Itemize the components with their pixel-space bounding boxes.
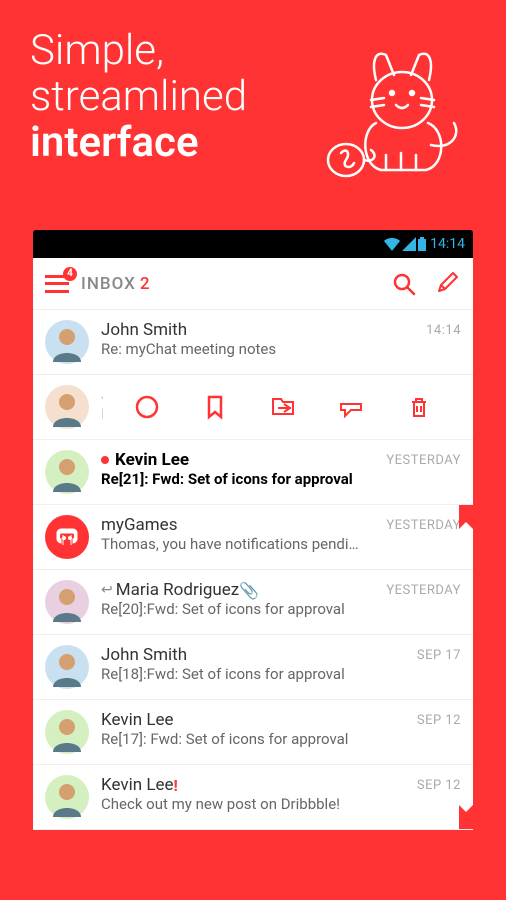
delete-icon[interactable] bbox=[406, 394, 432, 420]
battery-icon bbox=[418, 237, 426, 251]
move-icon[interactable] bbox=[270, 394, 296, 420]
email-item[interactable]: John Smith SEP 17 Re[18]:Fwd: Set of icon… bbox=[33, 635, 473, 700]
inbox-title: INBOX bbox=[81, 274, 136, 294]
avatar bbox=[45, 645, 89, 689]
avatar bbox=[45, 580, 89, 624]
wifi-icon bbox=[384, 237, 400, 251]
time: SEP 12 bbox=[417, 778, 461, 793]
spam-icon[interactable] bbox=[338, 394, 364, 420]
subject: Re[18]:Fwd: Set of icons for approval bbox=[101, 665, 461, 683]
avatar bbox=[45, 710, 89, 754]
flag-icon bbox=[459, 805, 473, 829]
avatar bbox=[45, 450, 89, 494]
email-list[interactable]: John Smith 14:14 Re: myChat meeting notes… bbox=[33, 310, 473, 830]
subject: Re[21]: Fwd: Set of icons for approval bbox=[101, 470, 461, 488]
menu-badge: 4 bbox=[63, 267, 77, 281]
unread-icon[interactable] bbox=[134, 394, 160, 420]
time: SEP 17 bbox=[417, 648, 461, 663]
signal-icon bbox=[402, 237, 416, 251]
subject: Re[17]: Fwd: Set of icons for approval bbox=[101, 730, 461, 748]
email-item[interactable]: Joh Re: bbox=[33, 375, 473, 440]
compose-icon[interactable] bbox=[435, 271, 461, 297]
sender: Kevin Lee bbox=[115, 450, 189, 470]
priority-icon: ! bbox=[174, 776, 178, 795]
unread-dot bbox=[101, 456, 109, 464]
status-time: 14:14 bbox=[430, 236, 465, 252]
sender: Maria Rodriguez bbox=[116, 580, 239, 600]
time: SEP 12 bbox=[417, 713, 461, 728]
email-item[interactable]: Kevin Lee SEP 12 Re[17]: Fwd: Set of icon… bbox=[33, 700, 473, 765]
sender: Kevin Lee bbox=[101, 710, 174, 730]
subject: Check out my new post on Dribbble! bbox=[101, 795, 461, 813]
reply-icon: ↩ bbox=[101, 582, 113, 598]
subject: Thomas, you have notifications pendi… bbox=[101, 535, 461, 553]
cat-illustration bbox=[316, 35, 486, 185]
avatar bbox=[45, 385, 89, 429]
android-status-bar: 14:14 bbox=[33, 230, 473, 258]
sender: Kevin Lee bbox=[101, 775, 174, 795]
avatar bbox=[45, 775, 89, 819]
email-item[interactable]: myGames YESTERDAY Thomas, you have notifi… bbox=[33, 505, 473, 570]
sender: John Smith bbox=[101, 645, 187, 665]
time: YESTERDAY bbox=[386, 583, 461, 598]
app-header: 4 INBOX 2 bbox=[33, 258, 473, 310]
subject: Re: myChat meeting notes bbox=[101, 340, 461, 358]
sender: John Smith bbox=[101, 320, 187, 340]
email-item[interactable]: Kevin Lee! SEP 12 Check out my new post o… bbox=[33, 765, 473, 830]
email-item[interactable]: John Smith 14:14 Re: myChat meeting notes bbox=[33, 310, 473, 375]
bookmark-icon[interactable] bbox=[202, 394, 228, 420]
inbox-count: 2 bbox=[140, 274, 150, 294]
avatar bbox=[45, 320, 89, 364]
menu-button[interactable]: 4 bbox=[45, 275, 69, 293]
time: YESTERDAY bbox=[386, 518, 461, 533]
sender: myGames bbox=[101, 515, 177, 535]
flag-icon bbox=[459, 505, 473, 529]
avatar-icon bbox=[45, 515, 89, 559]
email-item[interactable]: ↩Maria Rodriguez📎 YESTERDAY Re[20]:Fwd: S… bbox=[33, 570, 473, 635]
email-item[interactable]: Kevin Lee YESTERDAY Re[21]: Fwd: Set of i… bbox=[33, 440, 473, 505]
phone-screenshot: 14:14 4 INBOX 2 John Smith 14:14 Re: myCh… bbox=[33, 230, 473, 830]
time: 14:14 bbox=[426, 323, 461, 338]
search-icon[interactable] bbox=[391, 271, 417, 297]
attachment-icon: 📎 bbox=[239, 581, 259, 600]
subject: Re[20]:Fwd: Set of icons for approval bbox=[101, 600, 461, 618]
time: YESTERDAY bbox=[386, 453, 461, 468]
